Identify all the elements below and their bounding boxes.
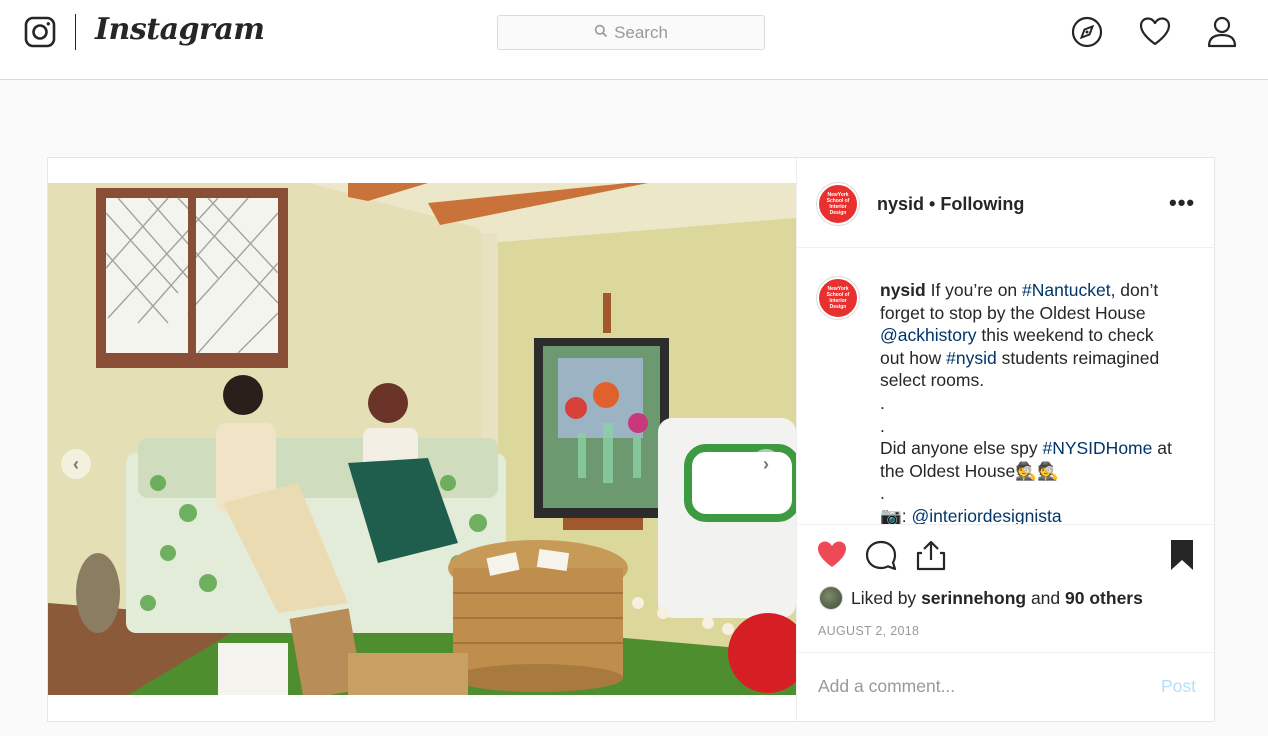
hashtag-link[interactable]: #nysid: [946, 348, 997, 368]
search-icon: [594, 23, 608, 43]
caption-dot: .: [880, 483, 885, 504]
liker-username-link[interactable]: serinnehong: [921, 588, 1026, 609]
caption-dot: .: [880, 415, 885, 436]
top-nav: Instagram Search: [0, 0, 1268, 80]
hashtag-link[interactable]: #NYSIDHome: [1042, 438, 1152, 458]
likes-prefix: Liked by: [851, 587, 917, 608]
post-comment-button[interactable]: Post: [1161, 676, 1196, 697]
instagram-glyph-icon[interactable]: [24, 16, 56, 48]
username-link[interactable]: nysid: [877, 194, 924, 214]
action-bar: [797, 538, 1215, 578]
logo-divider: [75, 14, 76, 50]
avatar-text: Design: [829, 304, 847, 310]
post-author: nysid • Following: [877, 194, 1024, 215]
post-caption: nysid If you’re on #Nantucket, don’t for…: [880, 279, 1180, 525]
likes-summary: Liked by serinnehong and 90 others: [819, 586, 1143, 610]
instagram-wordmark[interactable]: Instagram: [95, 12, 265, 47]
post-image[interactable]: ‹ ›: [48, 183, 796, 695]
caption-dot: .: [880, 392, 885, 413]
mention-link[interactable]: @interiordesignista: [912, 506, 1062, 524]
comments-section[interactable]: NewYork School of Interior Design nysid …: [797, 249, 1215, 525]
post-card: ‹ › NewYork School of Interior Design ny…: [47, 157, 1215, 722]
compass-icon[interactable]: [1070, 15, 1104, 49]
search-input[interactable]: Search: [497, 15, 765, 50]
avatar[interactable]: NewYork School of Interior Design: [817, 277, 859, 319]
caption-text: If you’re on: [925, 280, 1023, 300]
likes-middle: and: [1030, 587, 1061, 608]
share-icon[interactable]: [914, 538, 948, 572]
follow-status-button[interactable]: Following: [940, 194, 1024, 214]
room-photo: [48, 183, 796, 695]
avatar[interactable]: NewYork School of Interior Design: [817, 183, 859, 225]
comment-input[interactable]: Add a comment...: [818, 676, 955, 697]
caption-text: Did anyone else spy: [880, 438, 1043, 459]
post-date[interactable]: AUGUST 2, 2018: [818, 624, 919, 638]
avatar-text: Design: [829, 210, 847, 216]
hashtag-link[interactable]: #Nantucket: [1022, 280, 1111, 300]
next-arrow-icon[interactable]: ›: [751, 449, 781, 479]
separator-dot: •: [929, 194, 936, 214]
previous-arrow-icon[interactable]: ‹: [61, 449, 91, 479]
post-side-panel: NewYork School of Interior Design nysid •…: [796, 158, 1215, 721]
heart-icon[interactable]: [1138, 15, 1172, 49]
user-icon[interactable]: [1205, 15, 1239, 49]
liker-avatar[interactable]: [819, 586, 843, 610]
more-options-icon[interactable]: •••: [1169, 190, 1195, 216]
like-heart-icon[interactable]: [815, 538, 849, 572]
comment-bar: Add a comment... Post: [797, 652, 1215, 721]
comment-icon[interactable]: [864, 538, 898, 572]
search-placeholder: Search: [614, 22, 668, 42]
post-header: NewYork School of Interior Design nysid •…: [797, 158, 1215, 248]
bookmark-icon[interactable]: [1165, 538, 1199, 572]
caption-username-link[interactable]: nysid: [880, 280, 926, 300]
likes-count-link[interactable]: 90 others: [1065, 588, 1143, 609]
mention-link[interactable]: @ackhistory: [880, 325, 977, 345]
camera-emoji: 📷:: [880, 505, 912, 525]
